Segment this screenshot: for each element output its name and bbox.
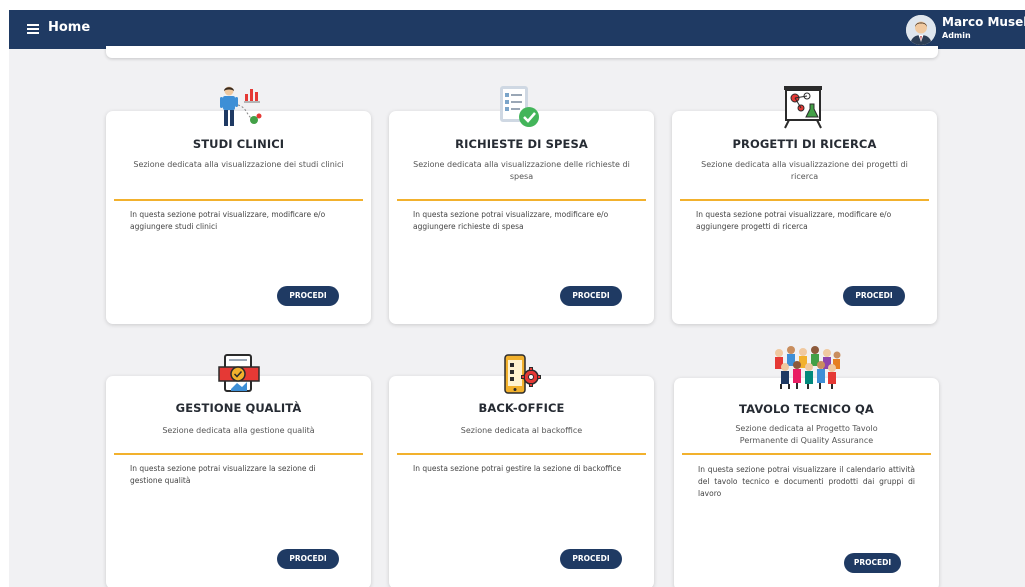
- card-back-office: BACK-OFFICE Sezione dedicata al backoffi…: [389, 376, 654, 587]
- card-subtitle: Sezione dedicata alla visualizzazione de…: [133, 160, 344, 169]
- card-subtitle: Sezione dedicata alla gestione qualità: [162, 426, 315, 435]
- procedi-button-progetti-di-ricerca[interactable]: PROCEDI: [843, 286, 905, 306]
- app-bar: Home Marco Musella Admin: [9, 10, 1025, 49]
- user-name[interactable]: Marco Musella: [942, 15, 1025, 29]
- card-title: RICHIESTE DI SPESA: [455, 137, 588, 151]
- quality-certificate-icon: [217, 353, 261, 397]
- card-title: GESTIONE QUALITÀ: [175, 401, 302, 415]
- checklist-icon: [497, 84, 543, 130]
- card-tavolo-tecnico-qa: TAVOLO TECNICO QA Sezione dedicata al Pr…: [674, 378, 939, 587]
- card-description: In questa sezione potrai visualizzare il…: [698, 465, 915, 498]
- card-richieste-di-spesa: RICHIESTE DI SPESA Sezione dedicata alla…: [389, 111, 654, 324]
- card-title: STUDI CLINICI: [192, 137, 285, 151]
- card-progetti-di-ricerca: PROGETTI DI RICERCA Sezione dedicata all…: [672, 111, 937, 324]
- card-title: PROGETTI DI RICERCA: [732, 137, 877, 151]
- user-avatar[interactable]: [906, 15, 936, 45]
- card-divider: [114, 453, 363, 455]
- card-description: In questa sezione potrai gestire la sezi…: [413, 464, 622, 473]
- procedi-button-gestione-qualita[interactable]: PROCEDI: [277, 549, 339, 569]
- card-description: In questa sezione potrai visualizzare, m…: [130, 210, 326, 231]
- card-divider: [680, 199, 929, 201]
- card-subtitle: Sezione dedicata alla visualizzazione de…: [701, 160, 908, 181]
- team-group-icon: [769, 345, 845, 389]
- card-divider: [682, 453, 931, 455]
- hamburger-menu-icon[interactable]: [27, 24, 39, 34]
- card-title: BACK-OFFICE: [478, 401, 565, 415]
- phone-settings-icon: [501, 353, 541, 397]
- card-divider: [397, 199, 646, 201]
- card-title: TAVOLO TECNICO QA: [739, 402, 874, 416]
- card-subtitle: Sezione dedicata al backoffice: [460, 426, 583, 435]
- procedi-button-richieste-di-spesa[interactable]: PROCEDI: [560, 286, 622, 306]
- procedi-button-studi-clinici[interactable]: PROCEDI: [277, 286, 339, 306]
- card-subtitle: Sezione dedicata al Progetto Tavolo Perm…: [735, 424, 878, 445]
- card-divider: [114, 199, 363, 201]
- clinical-study-icon: [217, 85, 263, 129]
- research-board-icon: [781, 84, 825, 130]
- card-description: In questa sezione potrai visualizzare, m…: [413, 210, 609, 231]
- procedi-button-back-office[interactable]: PROCEDI: [560, 549, 622, 569]
- card-divider: [397, 453, 646, 455]
- card-studi-clinici: STUDI CLINICI Sezione dedicata alla visu…: [106, 111, 371, 324]
- card-description: In questa sezione potrai visualizzare, m…: [696, 210, 892, 231]
- app-frame: Home Marco Musella Admin STUDI CLINICI S…: [9, 10, 1025, 587]
- card-gestione-qualita: GESTIONE QUALITÀ Sezione dedicata alla g…: [106, 376, 371, 587]
- card-subtitle: Sezione dedicata alla visualizzazione de…: [413, 160, 630, 181]
- page-title: Home: [48, 20, 91, 35]
- top-card-edge: [106, 46, 938, 58]
- card-description: In questa sezione potrai visualizzare la…: [130, 464, 316, 485]
- user-role: Admin: [942, 31, 971, 40]
- procedi-button-tavolo-tecnico-qa[interactable]: PROCEDI: [844, 553, 901, 573]
